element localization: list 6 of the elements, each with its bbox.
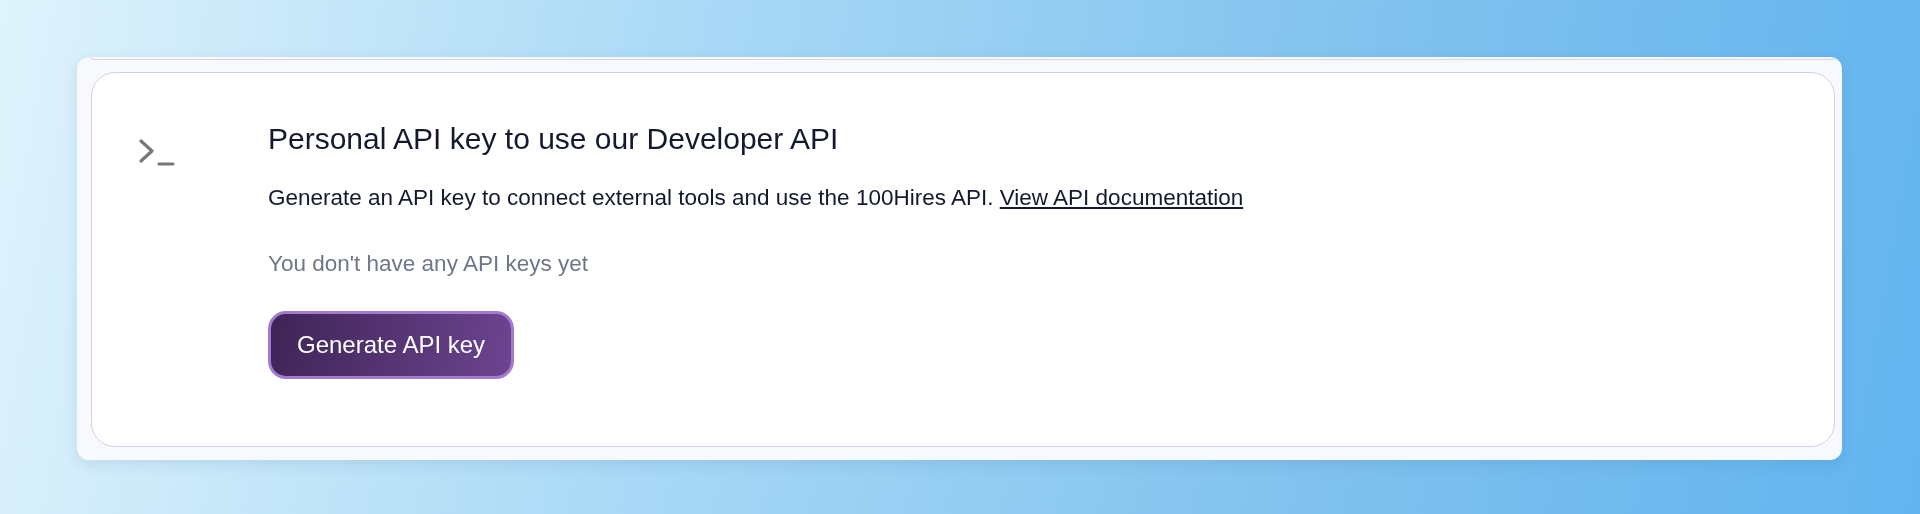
terminal-icon	[138, 137, 176, 167]
documentation-link[interactable]: View API documentation	[999, 185, 1244, 210]
generate-button[interactable]: Generate API key	[268, 311, 515, 379]
section-title: Personal API key to use our Developer API	[268, 121, 839, 157]
description-text: Generate an API key to connect external tools and use the 100Hires API. View API documentation	[268, 184, 1244, 212]
empty-message: You don't have any API keys yet	[268, 250, 588, 278]
